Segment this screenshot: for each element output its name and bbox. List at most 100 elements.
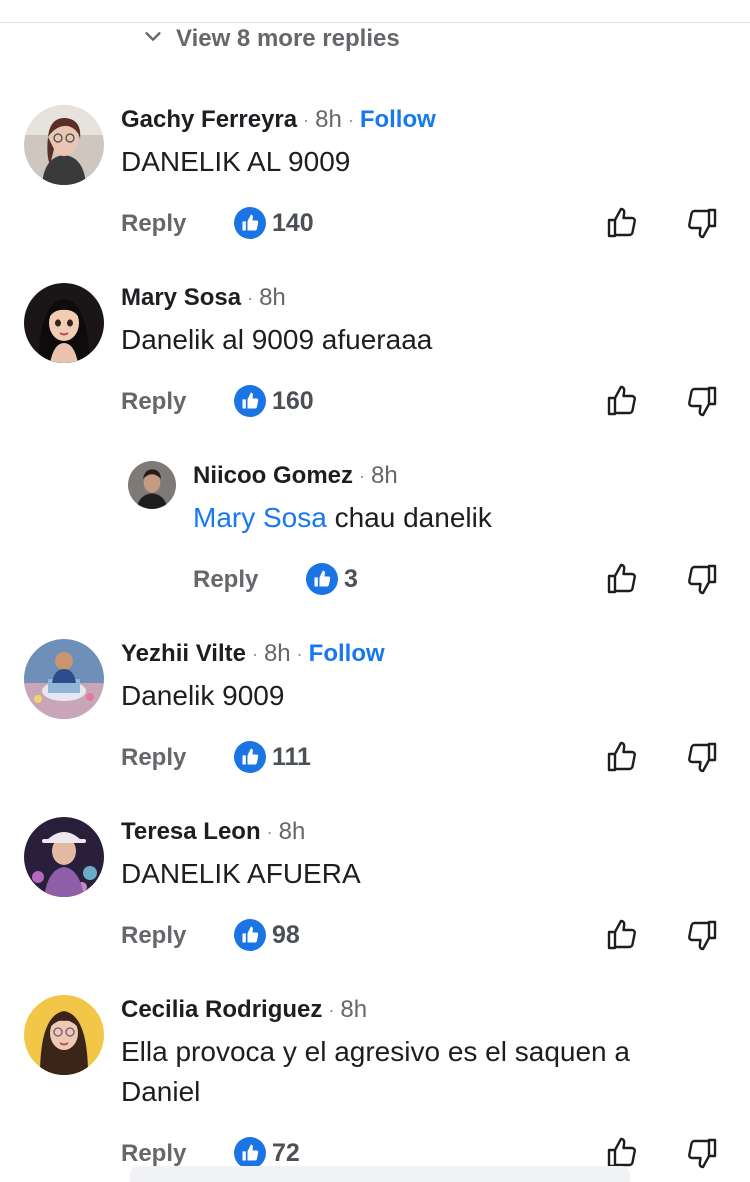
comment-time[interactable]: 8h [264, 640, 291, 668]
upvote-button[interactable] [604, 917, 640, 953]
downvote-button[interactable] [684, 205, 720, 241]
reaction-count[interactable]: 140 [234, 206, 314, 240]
reply-button[interactable]: Reply [121, 1140, 186, 1168]
thumbs-up-outline-icon [607, 385, 636, 416]
like-count: 160 [272, 386, 314, 415]
commenter-name[interactable]: Niicoo Gomez [193, 462, 353, 490]
separator-dot: · [303, 109, 310, 130]
comment-item: Gachy Ferreyra · 8h · Follow DANELIK AL … [0, 92, 750, 270]
reply-button[interactable]: Reply [121, 210, 186, 238]
comment-header: Teresa Leon · 8h [121, 816, 305, 848]
comment-text: DANELIK AL 9009 [121, 146, 351, 177]
separator-dot: · [347, 109, 354, 130]
thumbs-up-icon [234, 207, 266, 239]
comment-text: Mary Sosa chau danelik [193, 498, 492, 538]
thumbs-down-outline-icon [688, 742, 717, 773]
thumbs-up-outline-icon [607, 563, 636, 594]
reply-button[interactable]: Reply [121, 388, 186, 416]
reaction-count[interactable]: 111 [234, 740, 311, 774]
separator-dot: · [328, 999, 335, 1020]
thumbs-up-icon [234, 919, 266, 951]
upvote-button[interactable] [604, 739, 640, 775]
mention-link[interactable]: Mary Sosa [193, 502, 327, 533]
separator-dot: · [359, 465, 366, 486]
thumbs-up-icon [234, 741, 266, 773]
commenter-name[interactable]: Mary Sosa [121, 284, 241, 312]
comment-header: Cecilia Rodriguez · 8h [121, 994, 367, 1026]
upvote-button[interactable] [604, 205, 640, 241]
reaction-count[interactable]: 160 [234, 384, 314, 418]
divider [0, 22, 750, 23]
view-more-replies-button[interactable]: View 8 more replies [142, 24, 400, 54]
like-count: 111 [272, 742, 311, 771]
reply-item: Niicoo Gomez · 8h Mary Sosa chau danelik… [0, 448, 750, 626]
comment-text: DANELIK AFUERA [121, 858, 361, 889]
comment-header: Yezhii Vilte · 8h · Follow [121, 638, 385, 670]
comment-time[interactable]: 8h [371, 462, 398, 490]
commenter-name[interactable]: Yezhii Vilte [121, 640, 246, 668]
comment-text: Danelik al 9009 afueraaa [121, 324, 433, 355]
downvote-button[interactable] [684, 383, 720, 419]
reply-button[interactable]: Reply [193, 566, 258, 594]
reply-button[interactable]: Reply [121, 922, 186, 950]
comment-item: Yezhii Vilte · 8h · Follow Danelik 9009 … [0, 626, 750, 804]
comment-item: Mary Sosa · 8h Danelik al 9009 afueraaa … [0, 270, 750, 448]
comment-text: Danelik 9009 [121, 680, 285, 711]
follow-button[interactable]: Follow [309, 640, 385, 668]
thumbs-down-outline-icon [688, 1138, 717, 1169]
comment-time[interactable]: 8h [315, 106, 342, 134]
upvote-button[interactable] [604, 383, 640, 419]
thumbs-down-outline-icon [688, 920, 717, 951]
comment-time[interactable]: 8h [279, 818, 306, 846]
comment-time[interactable]: 8h [340, 996, 367, 1024]
comment-item: Teresa Leon · 8h DANELIK AFUERA Reply 98 [0, 804, 750, 982]
comment-item: Cecilia Rodriguez · 8h Ella provoca y el… [0, 982, 750, 1182]
commenter-name[interactable]: Gachy Ferreyra [121, 106, 297, 134]
thumbs-up-outline-icon [607, 741, 636, 772]
like-count: 3 [344, 564, 358, 593]
commenter-name[interactable]: Cecilia Rodriguez [121, 996, 322, 1024]
thumbs-up-outline-icon [607, 919, 636, 950]
downvote-button[interactable] [684, 1135, 720, 1171]
chevron-down-icon [142, 25, 164, 54]
thumbs-up-outline-icon [607, 207, 636, 238]
view-more-replies-label: View 8 more replies [176, 25, 400, 52]
comment-header: Mary Sosa · 8h [121, 282, 286, 314]
avatar[interactable] [24, 105, 104, 185]
thumbs-down-outline-icon [688, 208, 717, 239]
downvote-button[interactable] [684, 739, 720, 775]
comment-header: Gachy Ferreyra · 8h · Follow [121, 104, 436, 136]
like-count: 140 [272, 208, 314, 237]
comment-text-line-1: Ella provoca y el agresivo es el saquen … [121, 1036, 630, 1067]
upvote-button[interactable] [604, 561, 640, 597]
separator-dot: · [266, 821, 273, 842]
thumbs-up-icon [234, 385, 266, 417]
comment-composer-edge [130, 1166, 630, 1182]
avatar[interactable] [24, 817, 104, 897]
avatar[interactable] [24, 995, 104, 1075]
downvote-button[interactable] [684, 561, 720, 597]
follow-button[interactable]: Follow [360, 106, 436, 134]
comment-header: Niicoo Gomez · 8h [193, 460, 398, 492]
reaction-count[interactable]: 72 [234, 1136, 300, 1170]
separator-dot: · [296, 643, 303, 664]
comment-text-body: chau danelik [326, 502, 492, 533]
avatar[interactable] [24, 283, 104, 363]
separator-dot: · [247, 287, 254, 308]
thumbs-down-outline-icon [688, 564, 717, 595]
downvote-button[interactable] [684, 917, 720, 953]
comment-text-line-2: Daniel [121, 1076, 201, 1107]
like-count: 72 [272, 1138, 300, 1167]
separator-dot: · [251, 643, 258, 664]
thumbs-up-icon [234, 1137, 266, 1169]
like-count: 98 [272, 920, 300, 949]
thumbs-down-outline-icon [688, 386, 717, 417]
avatar[interactable] [128, 461, 176, 509]
comment-time[interactable]: 8h [259, 284, 286, 312]
commenter-name[interactable]: Teresa Leon [121, 818, 261, 846]
reaction-count[interactable]: 98 [234, 918, 300, 952]
reply-button[interactable]: Reply [121, 744, 186, 772]
avatar[interactable] [24, 639, 104, 719]
reaction-count[interactable]: 3 [306, 562, 358, 596]
thumbs-up-icon [306, 563, 338, 595]
